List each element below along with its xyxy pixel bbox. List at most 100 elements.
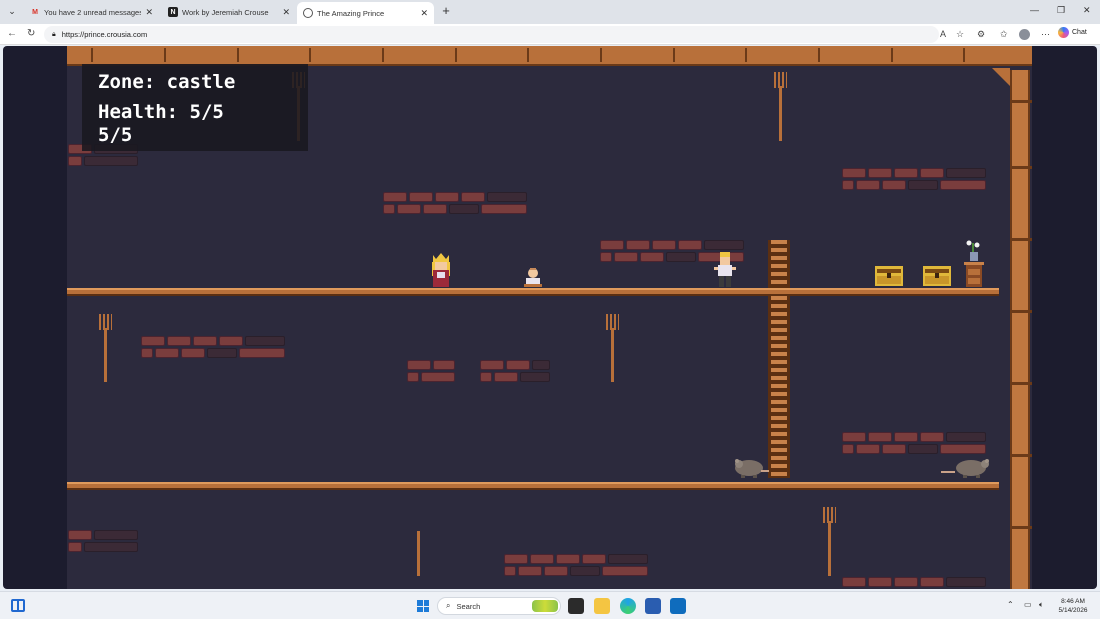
globe-icon	[303, 8, 313, 18]
brick	[94, 530, 138, 540]
beam-joint	[237, 48, 239, 62]
brick	[141, 336, 165, 346]
more-menu-icon[interactable]: ⋯	[1041, 29, 1050, 40]
back-arrow-icon[interactable]: ←	[7, 28, 17, 39]
brick	[487, 192, 527, 202]
castle-pillar	[1010, 70, 1032, 589]
brick	[570, 566, 600, 576]
brick	[582, 554, 606, 564]
widgets-icon[interactable]	[11, 599, 25, 612]
address-bar-row: ← ↻ 🔒︎ https://prince.crousia.com A ☆ ⚙ …	[0, 24, 1100, 45]
brick	[239, 348, 285, 358]
close-window-icon[interactable]: ✕	[1083, 5, 1091, 16]
pillar-band	[1012, 382, 1032, 385]
read-aloud-icon[interactable]: A	[940, 29, 946, 39]
favorite-star-icon[interactable]: ☆	[956, 29, 964, 40]
side-table-with-vase	[964, 240, 984, 287]
chain	[828, 521, 831, 576]
brick	[167, 336, 191, 346]
favorites-bar-icon[interactable]: ✩	[1000, 29, 1008, 40]
minimize-icon[interactable]: —	[1030, 5, 1039, 15]
file-explorer-icon[interactable]	[594, 598, 610, 614]
brick	[894, 432, 918, 442]
close-icon[interactable]: ✕	[282, 7, 290, 18]
zone-label: Zone: castle	[98, 71, 236, 93]
brick	[608, 554, 648, 564]
brick	[946, 168, 986, 178]
brick	[423, 204, 447, 214]
lower-floor	[67, 482, 999, 490]
close-icon[interactable]: ✕	[420, 8, 428, 19]
brick	[397, 204, 421, 214]
refresh-icon[interactable]: ↻	[27, 28, 35, 39]
treasure-chest[interactable]	[875, 266, 903, 286]
tab-actions-menu-icon[interactable]: ⌄	[4, 3, 20, 19]
brick	[68, 542, 82, 552]
beam-joint	[309, 48, 311, 62]
brick	[494, 372, 518, 382]
search-icon: ⌕	[446, 601, 451, 610]
tab-gmail[interactable]: M You have 2 unread messages - jer ✕	[24, 2, 159, 22]
pillar-band	[1012, 526, 1032, 529]
beam-joint	[164, 48, 166, 62]
brick	[207, 348, 237, 358]
tab-amazing-prince[interactable]: The Amazing Prince ✕	[297, 2, 434, 24]
taskbar-search-box[interactable]: ⌕ Search	[437, 597, 561, 615]
brick	[155, 348, 179, 358]
lock-icon[interactable]: 🔒︎	[52, 31, 56, 39]
clock-time: 8:46 AM	[1061, 598, 1085, 605]
health-value: 5/5	[98, 124, 133, 146]
brick	[504, 566, 516, 576]
search-placeholder: Search	[456, 601, 481, 611]
brick	[920, 432, 944, 442]
treasure-chest[interactable]	[923, 266, 951, 286]
beam-joint	[600, 48, 602, 62]
volume-icon[interactable]: 🔈︎	[1039, 600, 1044, 610]
brick	[245, 336, 285, 346]
brick	[856, 180, 880, 190]
extensions-icon[interactable]: ⚙	[977, 29, 985, 40]
address-bar[interactable]: 🔒︎ https://prince.crousia.com	[44, 26, 939, 43]
task-view-icon[interactable]	[568, 598, 584, 614]
ladder[interactable]	[768, 240, 790, 478]
system-clock[interactable]: 8:46 AM 5/14/2026	[1052, 597, 1094, 615]
brick	[652, 240, 676, 250]
pillar-band	[1012, 238, 1032, 241]
ceiling-beam	[67, 46, 1032, 66]
restore-icon[interactable]: ❐	[1057, 5, 1065, 16]
beam-joint	[91, 48, 93, 62]
corner-brace	[992, 68, 1010, 86]
outlook-icon[interactable]	[670, 598, 686, 614]
network-icon[interactable]: ▭	[1024, 600, 1032, 609]
brick	[383, 204, 395, 214]
copilot-chat-button[interactable]: Chat	[1058, 27, 1087, 38]
brick	[666, 252, 696, 262]
brick	[614, 252, 638, 262]
game-canvas[interactable]: Zone: castle Health: 5/5 5/5	[67, 46, 1032, 589]
upper-floor	[67, 288, 999, 296]
windows-start-icon[interactable]	[417, 600, 429, 612]
brick	[868, 432, 892, 442]
profile-avatar[interactable]	[1019, 29, 1030, 40]
brick	[600, 252, 612, 262]
tab-work[interactable]: N Work by Jeremiah Crouse ✕	[162, 2, 296, 22]
chevron-up-icon[interactable]: ⌃	[1007, 600, 1014, 609]
pillar-band	[1012, 310, 1032, 313]
chain	[104, 328, 107, 382]
brick	[640, 252, 664, 262]
tab-bar: ⌄ M You have 2 unread messages - jer ✕ N…	[0, 0, 1100, 24]
beam-joint	[382, 48, 384, 62]
brick	[68, 530, 92, 540]
chain	[417, 531, 420, 576]
brick	[461, 192, 485, 202]
beam-joint	[891, 48, 893, 62]
pillar-band	[1012, 166, 1032, 169]
new-tab-button[interactable]: +	[439, 4, 453, 18]
edge-browser-icon[interactable]	[620, 598, 636, 614]
close-icon[interactable]: ✕	[145, 7, 153, 18]
brick	[435, 192, 459, 202]
brick	[920, 168, 944, 178]
url-text: https://prince.crousia.com	[61, 30, 148, 39]
brick	[600, 240, 624, 250]
microsoft-store-icon[interactable]	[645, 598, 661, 614]
